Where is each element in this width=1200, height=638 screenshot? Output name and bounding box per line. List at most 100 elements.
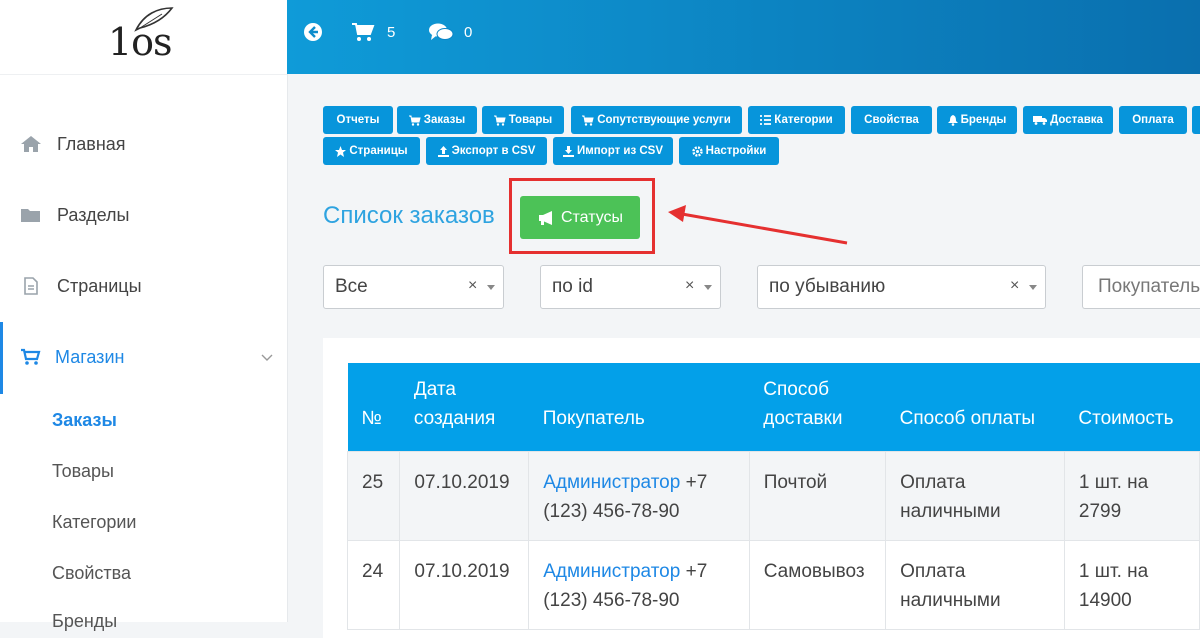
caret-down-icon (1029, 285, 1037, 290)
table-row[interactable]: 25 07.10.2019 Администратор +7 (123) 456… (346, 451, 1200, 541)
button-label: Отчеты (336, 114, 380, 126)
cost-text: 1 шт. на (1078, 472, 1149, 493)
sidebar-item-label: Магазин (55, 347, 125, 367)
categories-button[interactable]: Категории (748, 106, 845, 134)
sidebar-item-shop[interactable]: Магазин (0, 322, 290, 394)
leaf-icon (134, 7, 174, 32)
header-label: доставки (763, 408, 843, 429)
sidebar-item-sections[interactable]: Разделы (0, 195, 287, 235)
buyer-filter-select[interactable]: Покупатель (1082, 265, 1200, 309)
button-label: Экспорт в CSV (451, 145, 536, 157)
sort-order-select[interactable]: по убыванию × (757, 265, 1046, 309)
highlight-box (509, 178, 655, 254)
cost-text: 2799 (1078, 501, 1122, 522)
comments-count: 0 (464, 23, 473, 41)
sidebar-item-label: Страницы (57, 276, 142, 296)
cart-count: 5 (387, 23, 396, 41)
button-label: Товары (508, 114, 553, 126)
related-services-button[interactable]: Сопутствующие услуги (571, 106, 742, 134)
clear-icon[interactable]: × (468, 277, 477, 295)
button-label: Страницы (349, 145, 408, 157)
comments-counter[interactable]: 0 (428, 22, 472, 42)
col-date[interactable]: Дата создания (399, 363, 529, 452)
back-arrow-icon (304, 23, 322, 41)
cell-delivery: Самовывоз (748, 540, 887, 630)
col-num[interactable]: № (347, 363, 400, 452)
cart-icon (582, 115, 594, 126)
button-label: Оплата (1132, 114, 1174, 126)
buyer-phone: (123) 456-78-90 (543, 501, 680, 522)
header-label: Дата (413, 379, 456, 400)
list-icon (760, 115, 772, 125)
back-button[interactable] (303, 22, 323, 42)
truck-icon (1033, 116, 1048, 125)
clear-icon[interactable]: × (1010, 277, 1019, 295)
button-label: Импорт из CSV (576, 145, 664, 157)
import-csv-button[interactable]: Импорт из CSV (553, 137, 673, 165)
sidebar-item-home[interactable]: Главная (0, 124, 287, 164)
buyer-link[interactable]: Администратор (543, 472, 680, 493)
bell-icon (947, 114, 958, 126)
col-payment[interactable]: Способ оплаты (885, 363, 1065, 452)
orders-button[interactable]: Заказы (397, 106, 477, 134)
brands-button[interactable]: Бренды (937, 106, 1017, 134)
products-button[interactable]: Товары (482, 106, 564, 134)
red-arrow-annotation (668, 205, 848, 245)
gear-icon (691, 145, 703, 157)
status-filter-select[interactable]: Все × (323, 265, 504, 309)
button-label: Настройки (705, 145, 767, 157)
reports-button[interactable]: Отчеты (323, 106, 393, 134)
col-buyer[interactable]: Покупатель (528, 363, 750, 452)
clear-icon[interactable]: × (685, 277, 694, 295)
buyer-phone: (123) 456-78-90 (543, 590, 680, 611)
cost-text: 1 шт. на (1078, 561, 1149, 582)
cell-cost: 1 шт. на 14900 (1063, 540, 1200, 630)
subitem-products[interactable]: Товары (52, 461, 114, 482)
sidebar-item-label: Главная (57, 134, 126, 154)
logo[interactable]: 1os (0, 0, 287, 75)
settings-button[interactable]: Настройки (679, 137, 779, 165)
table-row[interactable]: 24 07.10.2019 Администратор +7 (123) 456… (346, 540, 1200, 630)
export-csv-button[interactable]: Экспорт в CSV (426, 137, 547, 165)
pages-button[interactable]: Страницы (323, 137, 420, 165)
caret-down-icon (487, 285, 495, 290)
status-filter-value: Все (335, 276, 368, 297)
button-label: Категории (774, 114, 833, 126)
chevron-down-icon[interactable] (261, 354, 273, 362)
caret-down-icon (704, 285, 712, 290)
folder-icon (21, 209, 40, 222)
subitem-properties[interactable]: Свойства (52, 563, 131, 584)
download-icon (562, 145, 574, 157)
cell-num: 25 (346, 451, 401, 541)
delivery-button[interactable]: Доставка (1023, 106, 1113, 134)
payment-button[interactable]: Оплата (1119, 106, 1187, 134)
sort-field-select[interactable]: по id × (540, 265, 721, 309)
cell-buyer: Администратор +7 (123) 456-78-90 (528, 540, 750, 630)
cart-icon (493, 115, 506, 126)
table-header: № Дата создания Покупатель Способ достав… (347, 363, 1200, 452)
orders-table: № Дата создания Покупатель Способ достав… (346, 363, 1200, 630)
subitem-orders[interactable]: Заказы (52, 410, 117, 431)
star-icon (335, 145, 347, 157)
buyer-filter-placeholder: Покупатель (1098, 276, 1200, 297)
cell-payment: Оплата наличными (885, 451, 1065, 541)
cell-delivery: Почтой (748, 451, 887, 541)
cell-cost: 1 шт. на 2799 (1063, 451, 1200, 541)
col-delivery[interactable]: Способ доставки (749, 363, 886, 452)
cost-text: 14900 (1078, 590, 1132, 611)
cart-counter[interactable]: 5 (351, 22, 395, 42)
properties-button[interactable]: Свойства (851, 106, 932, 134)
sidebar-item-pages[interactable]: Страницы (0, 266, 287, 306)
header-label: создания (413, 408, 496, 429)
cell-date: 07.10.2019 (399, 451, 530, 541)
buyer-link[interactable]: Администратор (543, 561, 680, 582)
subitem-categories[interactable]: Категории (52, 512, 136, 533)
comments-icon (429, 23, 454, 40)
cell-payment: Оплата наличными (885, 540, 1065, 630)
more-button[interactable] (1192, 106, 1200, 134)
col-cost[interactable]: Стоимость (1064, 363, 1200, 452)
page-title: Список заказов (323, 202, 495, 229)
buyer-phone-prefix: +7 (685, 472, 708, 493)
sort-order-value: по убыванию (769, 276, 886, 297)
button-label: Доставка (1050, 114, 1103, 126)
